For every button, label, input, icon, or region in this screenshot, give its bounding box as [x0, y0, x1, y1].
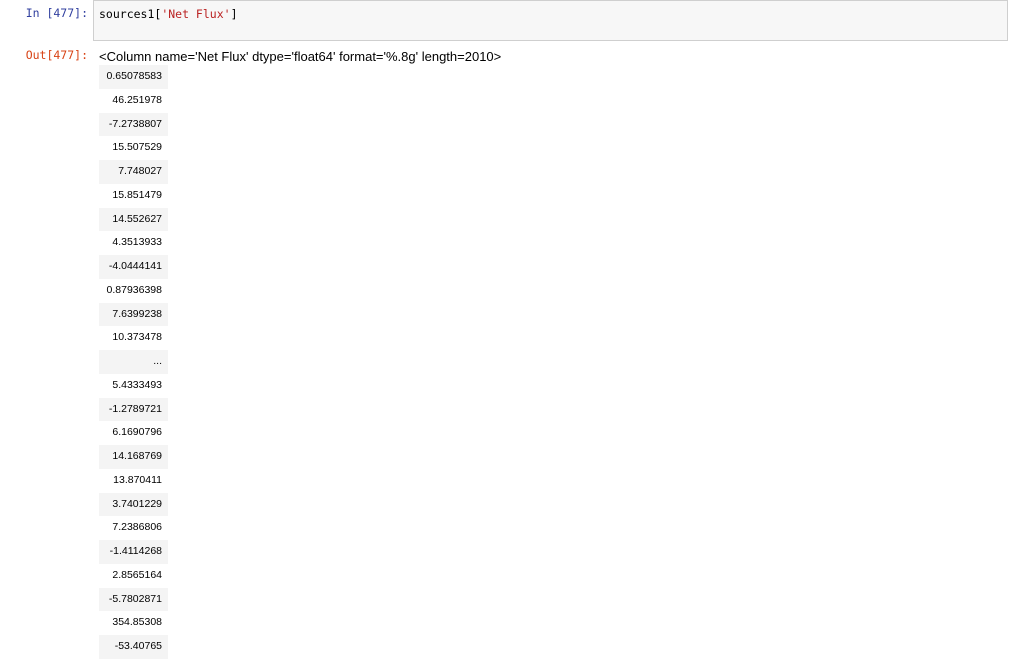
column-value-row: 6.1690796 [112, 426, 162, 439]
column-value-row: 5.4333493 [112, 378, 162, 391]
column-header: <Column name='Net Flux' dtype='float64' … [99, 49, 502, 64]
column-value-row: 7.6399238 [99, 302, 168, 327]
column-value-row: ... [99, 350, 168, 374]
column-value-row: 2.8565164 [112, 568, 162, 581]
column-value-row: -7.2738807 [99, 112, 168, 137]
column-value-row: 354.85308 [112, 616, 162, 629]
code-suffix: ] [230, 7, 238, 21]
column-value-row: -4.0444141 [99, 255, 168, 279]
code-string: 'Net Flux' [161, 7, 231, 21]
column-value-row: -5.7802871 [99, 587, 168, 612]
column-value-row: 0.65078583 [99, 65, 168, 89]
column-value-row: -53.40765 [99, 635, 168, 659]
column-value-row: 14.552627 [99, 207, 168, 232]
column-value-row: 4.3513933 [112, 236, 162, 249]
column-value-row: 13.870411 [113, 473, 162, 486]
column-value-row: 7.2386806 [112, 521, 162, 534]
column-value-row: 10.373478 [112, 331, 162, 344]
column-value-row: -1.4114268 [99, 540, 168, 564]
column-value-row: 7.748027 [99, 160, 168, 184]
column-value-row: 15.507529 [112, 141, 162, 154]
output-prompt: Out[477]: [25, 48, 88, 62]
code-prefix: sources1[ [99, 7, 162, 21]
input-prompt: In [477]: [25, 6, 88, 20]
column-value-row: -1.2789721 [99, 397, 168, 422]
column-value-row: 14.168769 [99, 445, 168, 469]
code-input[interactable]: sources1['Net Flux'] [93, 0, 1008, 41]
column-value-row: 15.851479 [112, 188, 162, 201]
column-value-row: 3.7401229 [99, 492, 168, 517]
column-value-row: 46.251978 [112, 93, 162, 106]
column-value-row: 0.87936398 [106, 283, 162, 296]
column-values: 0.65078583 46.251978 -7.2738807 15.507529 7.… [99, 65, 168, 659]
